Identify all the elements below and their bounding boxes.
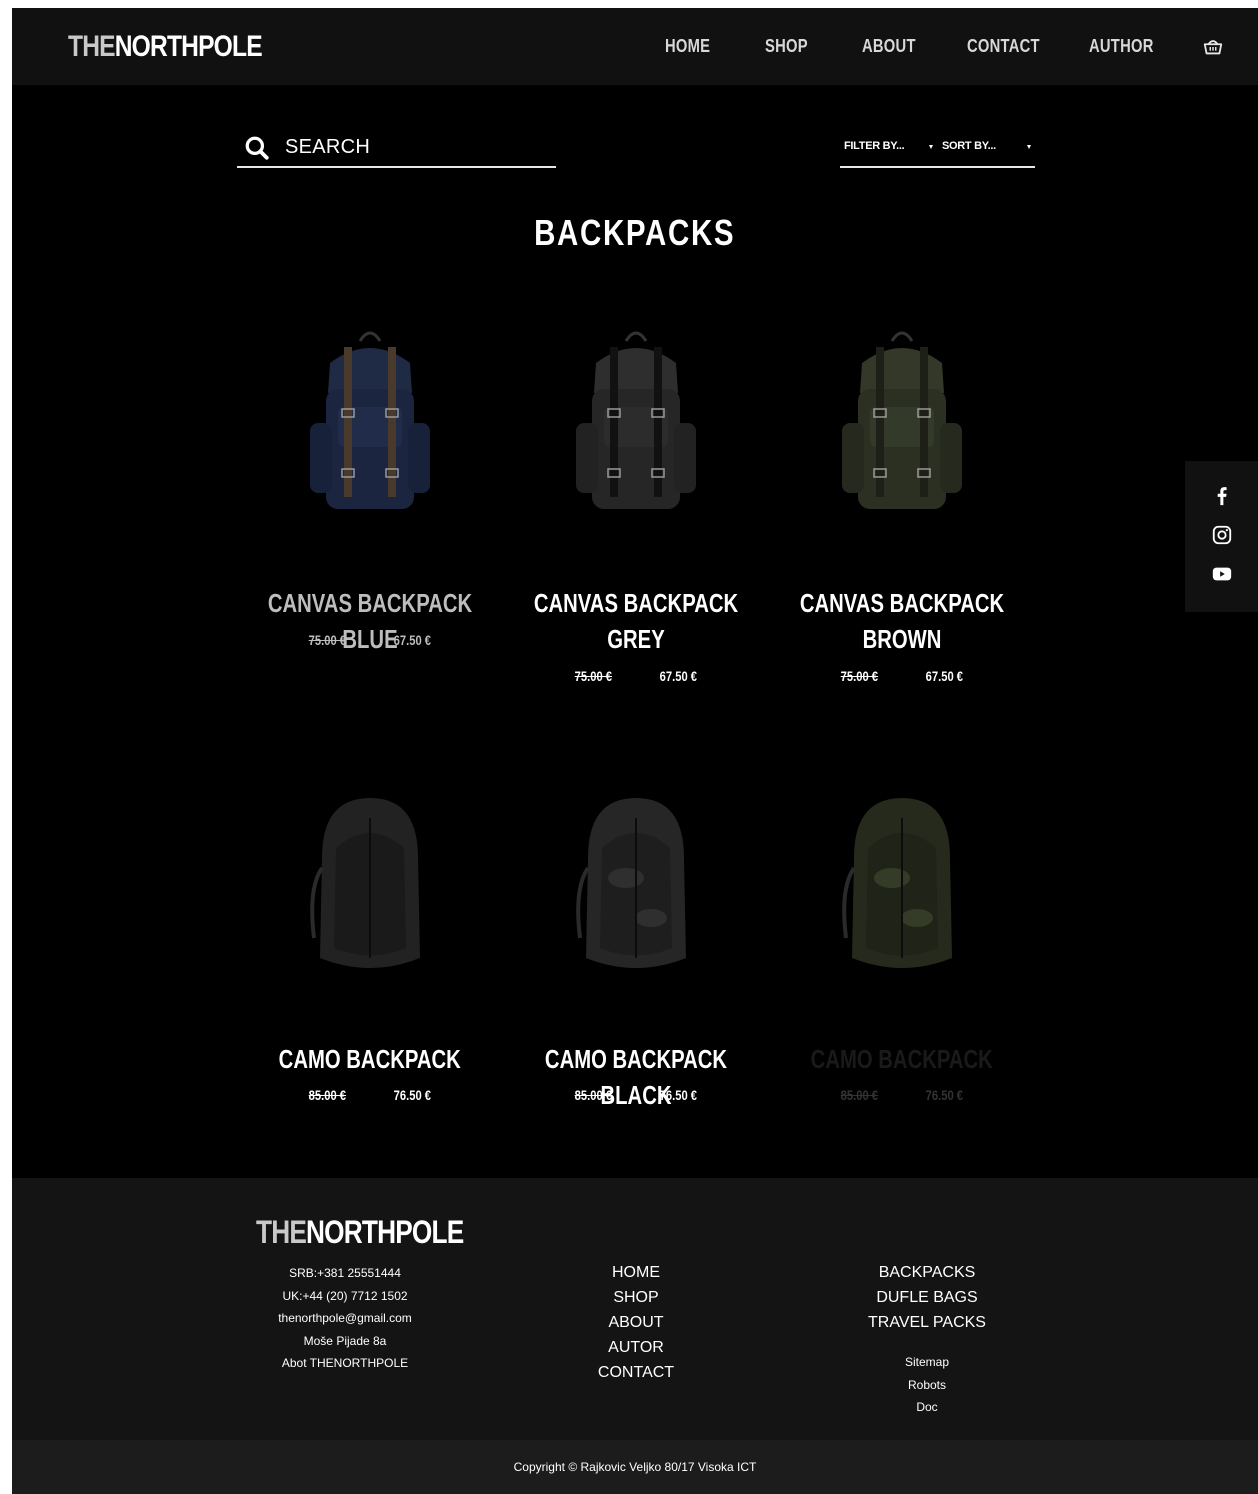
site-header: THENORTHPOLE HOME SHOP ABOUT CONTACT AUT… <box>12 8 1258 85</box>
footer-logo[interactable]: THENORTHPOLE <box>256 1214 464 1251</box>
site-logo[interactable]: THENORTHPOLE <box>68 30 263 64</box>
search-placeholder: SEARCH <box>285 136 371 158</box>
price: 67.50 € <box>925 668 964 684</box>
footer-sitemap-link[interactable]: Sitemap <box>827 1351 1027 1374</box>
product-title[interactable]: CANVAS BACKPACK GREY <box>483 585 789 657</box>
footer-nav-about[interactable]: ABOUT <box>536 1310 736 1335</box>
contact-phone-uk: UK:+44 (20) 7712 1502 <box>282 1288 408 1303</box>
contact-phone-srb: SRB:+381 25551444 <box>289 1266 401 1280</box>
nav-about[interactable]: ABOUT <box>862 36 916 57</box>
page: THENORTHPOLE HOME SHOP ABOUT CONTACT AUT… <box>12 8 1258 1494</box>
copyright: Copyright © Rajkovic Veljko 80/17 Visoka… <box>12 1440 1258 1494</box>
sort-caret-icon <box>1027 145 1031 149</box>
price: 76.50 € <box>659 1087 698 1103</box>
product-image <box>576 331 696 509</box>
facebook-icon[interactable] <box>1211 485 1233 507</box>
filter-sort-bar: FILTER BY... SORT BY... <box>840 130 1035 168</box>
product-prices: 75.00 € 67.50 € <box>237 632 503 648</box>
footer-nav-shop[interactable]: SHOP <box>536 1285 736 1310</box>
sort-select[interactable]: SORT BY... <box>942 140 996 152</box>
product-image <box>842 331 962 509</box>
logo-the: THE <box>68 30 116 63</box>
footer-contact: SRB:+381 25551444 UK:+44 (20) 7712 1502 … <box>245 1262 445 1375</box>
nav-home[interactable]: HOME <box>665 36 710 57</box>
footer-cat-dufle-bags[interactable]: DUFLE BAGS <box>827 1285 1027 1310</box>
product-title[interactable]: CAMO BACKPACK <box>217 1041 523 1077</box>
old-price: 75.00 € <box>308 632 347 648</box>
contact-email[interactable]: thenorthpole@gmail.com <box>245 1307 445 1330</box>
product-image <box>310 798 420 968</box>
footer-cat-travel-packs[interactable]: TRAVEL PACKS <box>827 1310 1027 1335</box>
old-price: 75.00 € <box>840 668 879 684</box>
contact-address: Moše Pijade 8a <box>303 1333 387 1348</box>
social-sidebar <box>1185 461 1258 612</box>
footer-nav-contact[interactable]: CONTACT <box>536 1360 736 1385</box>
old-price: 85.00 € <box>308 1087 347 1103</box>
product-prices: 85.00 € 76.50 € <box>503 1087 769 1103</box>
nav-contact[interactable]: CONTACT <box>967 36 1040 57</box>
price: 67.50 € <box>659 668 698 684</box>
nav-shop[interactable]: SHOP <box>765 36 808 57</box>
nav-author[interactable]: AUTHOR <box>1089 36 1154 57</box>
product-prices: 85.00 € 76.50 € <box>769 1087 1035 1103</box>
footer-nav-autor[interactable]: AUTOR <box>536 1335 736 1360</box>
search-input[interactable]: SEARCH <box>237 130 556 168</box>
price: 76.50 € <box>393 1087 432 1103</box>
footer-nav-home[interactable]: HOME <box>536 1260 736 1285</box>
price: 76.50 € <box>925 1087 964 1103</box>
old-price: 85.00 € <box>840 1087 879 1103</box>
price: 67.50 € <box>393 632 432 648</box>
product-image <box>842 798 952 968</box>
product-title[interactable]: CANVAS BACKPACK BROWN <box>749 585 1055 657</box>
footer-logo-the: THE <box>256 1214 307 1250</box>
basket-icon[interactable] <box>1202 36 1224 58</box>
product-image <box>576 798 686 968</box>
footer-cat-backpacks[interactable]: BACKPACKS <box>827 1260 1027 1285</box>
youtube-icon[interactable] <box>1211 563 1233 585</box>
about-link[interactable]: Abot THENORTHPOLE <box>245 1352 445 1375</box>
page-title: BACKPACKS <box>534 212 736 253</box>
site-footer: THENORTHPOLE SRB:+381 25551444 UK:+44 (2… <box>12 1178 1258 1440</box>
footer-doc-link[interactable]: Doc <box>827 1396 1027 1419</box>
filter-caret-icon <box>929 145 933 149</box>
old-price: 75.00 € <box>574 668 613 684</box>
search-icon <box>245 136 269 160</box>
product-prices: 75.00 € 67.50 € <box>769 668 1035 684</box>
filter-select[interactable]: FILTER BY... <box>844 140 905 152</box>
product-prices: 85.00 € 76.50 € <box>237 1087 503 1103</box>
product-prices: 75.00 € 67.50 € <box>503 668 769 684</box>
product-image <box>310 331 430 509</box>
instagram-icon[interactable] <box>1211 524 1233 546</box>
old-price: 85.00 € <box>574 1087 613 1103</box>
product-title[interactable]: CAMO BACKPACK <box>749 1041 1055 1077</box>
footer-categories: BACKPACKS DUFLE BAGS TRAVEL PACKS <box>827 1260 1027 1335</box>
footer-misc: Sitemap Robots Doc <box>827 1351 1027 1419</box>
footer-robots-link[interactable]: Robots <box>827 1374 1027 1397</box>
footer-nav: HOME SHOP ABOUT AUTOR CONTACT <box>536 1260 736 1385</box>
footer-logo-northpole: NORTHPOLE <box>306 1214 464 1250</box>
logo-northpole: NORTHPOLE <box>114 30 263 63</box>
